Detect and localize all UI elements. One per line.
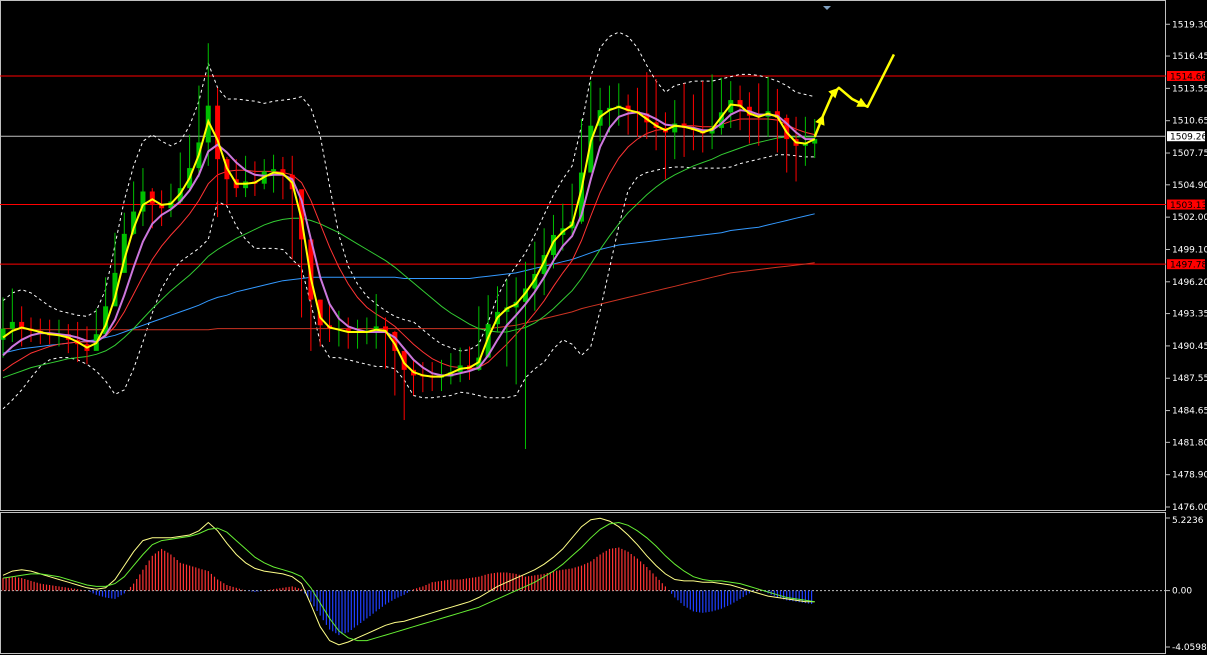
candle-body bbox=[243, 181, 249, 189]
candle-body bbox=[215, 105, 221, 160]
price-tick-label: 1490.45 bbox=[1172, 342, 1207, 352]
oscillator-tick-label: 5.2236 bbox=[1172, 516, 1204, 526]
level-tag-label: 1503.13 bbox=[1170, 201, 1207, 211]
price-tick-label: 1502.00 bbox=[1172, 213, 1207, 223]
oscillator-tick-label: 0.00 bbox=[1172, 587, 1192, 597]
candle-body bbox=[9, 321, 15, 329]
candle-body bbox=[0, 328, 6, 340]
price-tick-label: 1484.65 bbox=[1172, 407, 1207, 417]
oscillator-tick-label: -4.0598 bbox=[1172, 643, 1207, 653]
price-tick-label: 1499.10 bbox=[1172, 245, 1207, 255]
price-tick-label: 1476.00 bbox=[1172, 503, 1207, 513]
price-tick-label: 1507.75 bbox=[1172, 149, 1207, 159]
price-tick-label: 1487.55 bbox=[1172, 374, 1207, 384]
candle-body bbox=[149, 191, 155, 204]
price-tick-label: 1513.55 bbox=[1172, 84, 1207, 94]
level-tag-label: 1509.26 bbox=[1170, 133, 1207, 143]
price-tick-label: 1496.20 bbox=[1172, 278, 1207, 288]
candle-body bbox=[271, 169, 277, 172]
level-tag-label: 1497.78 bbox=[1170, 261, 1207, 271]
price-tick-label: 1504.90 bbox=[1172, 181, 1207, 191]
price-tick-label: 1478.90 bbox=[1172, 471, 1207, 481]
price-tick-label: 1481.80 bbox=[1172, 438, 1207, 448]
price-tick-label: 1519.30 bbox=[1172, 20, 1207, 30]
price-tick-label: 1516.45 bbox=[1172, 52, 1207, 62]
price-tick-label: 1510.65 bbox=[1172, 117, 1207, 127]
level-tag-label: 1514.66 bbox=[1170, 72, 1207, 82]
price-chart: 1519.30 1516.45 1513.55 1510.65 1507.75 1504.… bbox=[0, 0, 1207, 655]
price-tick-label: 1493.35 bbox=[1172, 310, 1207, 320]
